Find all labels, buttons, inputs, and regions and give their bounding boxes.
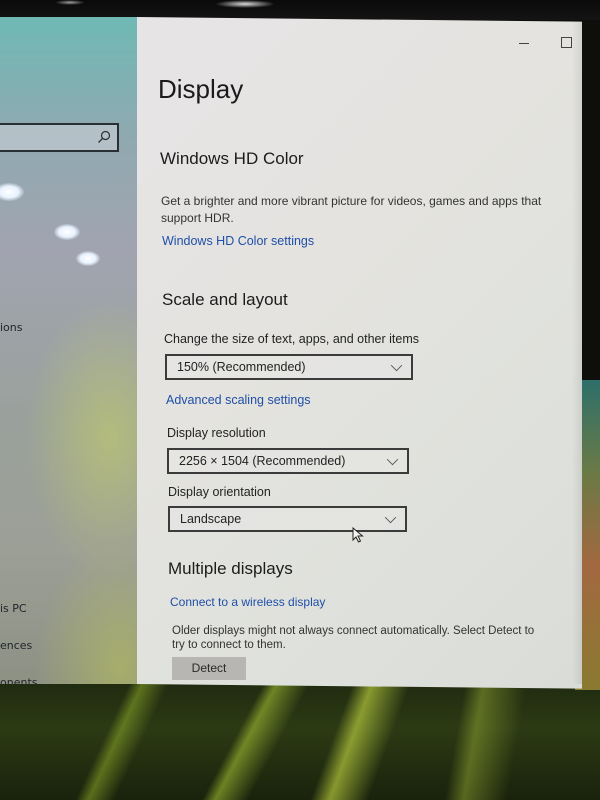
advanced-scaling-link[interactable]: Advanced scaling settings <box>166 393 311 407</box>
mouse-cursor-icon <box>352 527 364 543</box>
wireless-display-link[interactable]: Connect to a wireless display <box>170 595 325 609</box>
hd-color-description-line: support HDR. <box>161 211 234 225</box>
chevron-down-icon <box>386 453 399 466</box>
settings-search-input[interactable] <box>0 123 119 152</box>
settings-content-pane <box>137 17 582 689</box>
maximize-icon[interactable] <box>561 37 572 48</box>
photo-of-screen: ions is PC ences onents Display Windows … <box>0 0 600 800</box>
detect-note: Older displays might not always connect … <box>172 624 534 652</box>
detect-button[interactable]: Detect <box>172 657 246 680</box>
scale-label: Change the size of text, apps, and other… <box>164 332 420 346</box>
glare <box>55 0 85 5</box>
resolution-value: 2256 × 1504 (Recommended) <box>179 454 346 468</box>
nav-item-partial[interactable]: ions <box>0 321 23 334</box>
multiple-displays-heading: Multiple displays <box>168 559 293 578</box>
page-title: Display <box>158 74 244 104</box>
search-icon[interactable] <box>97 130 111 144</box>
glare <box>215 0 275 8</box>
orientation-dropdown[interactable]: Landscape <box>168 506 407 532</box>
detect-note-line: try to connect to them. <box>172 639 286 651</box>
resolution-label: Display resolution <box>167 426 266 440</box>
resolution-dropdown[interactable]: 2256 × 1504 (Recommended) <box>167 448 409 474</box>
window-edge <box>572 17 582 684</box>
settings-nav-pane <box>0 17 137 684</box>
scale-layout-heading: Scale and layout <box>162 290 288 309</box>
orientation-value: Landscape <box>180 512 242 526</box>
hd-color-heading: Windows HD Color <box>160 149 304 168</box>
chevron-down-icon <box>384 511 397 524</box>
scale-dropdown[interactable]: 150% (Recommended) <box>165 354 413 380</box>
screen-reflection <box>54 224 80 240</box>
nav-item-partial[interactable]: onents <box>0 676 38 684</box>
detect-note-line: Older displays might not always connect … <box>172 625 535 637</box>
hd-color-description-line: Get a brighter and more vibrant picture … <box>161 194 542 208</box>
hd-color-description: Get a brighter and more vibrant picture … <box>161 193 541 227</box>
hd-color-settings-link[interactable]: Windows HD Color settings <box>162 234 314 248</box>
nav-item-partial[interactable]: ences <box>0 639 32 652</box>
chevron-down-icon <box>390 359 403 372</box>
screen-reflection <box>76 251 100 266</box>
nav-item-partial[interactable]: is PC <box>0 602 27 615</box>
minimize-icon[interactable] <box>519 43 529 44</box>
desktop-wallpaper <box>0 680 600 800</box>
orientation-label: Display orientation <box>168 485 271 499</box>
scale-value: 150% (Recommended) <box>177 360 306 374</box>
